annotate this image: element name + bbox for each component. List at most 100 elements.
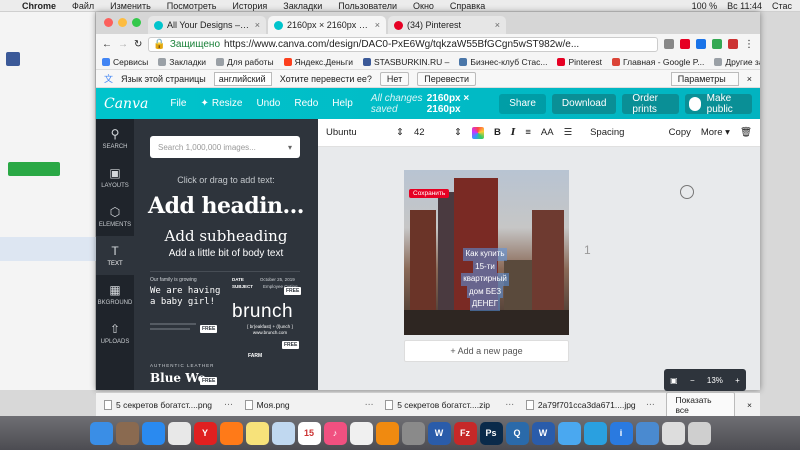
add-body-text-button[interactable]: Add a little bit of body text (134, 248, 318, 259)
close-tab-icon[interactable]: × (495, 20, 500, 30)
dock-info-icon[interactable]: i (609, 421, 633, 445)
tab-untitled-design[interactable]: 2160px × 2160px – Untitled D... × (268, 16, 386, 34)
rail-layouts[interactable]: ▣ LAYOUTS (96, 158, 134, 197)
dock-music-icon[interactable]: ♪ (323, 421, 347, 445)
dock-launchpad-icon[interactable] (115, 421, 139, 445)
template-leather[interactable]: AUTHENTIC LEATHER Blue Wo FREE (150, 363, 226, 390)
menu-history[interactable]: История (232, 1, 267, 11)
add-heading-button[interactable]: Add headin... (134, 193, 318, 219)
tab-pinterest[interactable]: (34) Pinterest × (388, 16, 506, 34)
green-button[interactable] (8, 162, 60, 176)
dock-telegram-icon[interactable] (583, 421, 607, 445)
zoom-in-button[interactable]: + (735, 376, 740, 385)
align-center-icon[interactable]: ≡ (525, 127, 531, 138)
bookmark-business-club[interactable]: Бизнес-клуб Стас... (459, 57, 547, 67)
menu-file[interactable]: Файл (72, 1, 94, 11)
close-window-icon[interactable] (104, 18, 113, 27)
dock-prefs-icon[interactable] (401, 421, 425, 445)
reload-icon[interactable]: ↻ (134, 39, 142, 50)
clock[interactable]: Вс 11:44 (727, 1, 762, 11)
close-tab-icon[interactable]: × (255, 20, 260, 30)
menu-help[interactable]: Справка (450, 1, 485, 11)
extension-icon[interactable] (712, 39, 722, 49)
help-menu[interactable]: Help (332, 98, 353, 109)
zoom-level[interactable]: 13% (707, 376, 723, 385)
pinterest-extension-icon[interactable] (680, 39, 690, 49)
extension-icon[interactable] (696, 39, 706, 49)
download-item[interactable]: 2a79f701cca3da671....jpg ⋯ (525, 399, 655, 410)
menu-view[interactable]: Посмотреть (167, 1, 217, 11)
close-tab-icon[interactable]: × (375, 20, 380, 30)
menu-edit[interactable]: Изменить (110, 1, 151, 11)
rail-elements[interactable]: ⬡ ELEMENTS (96, 197, 134, 236)
bookmark-stasburkin[interactable]: STASBURKIN.RU – (362, 57, 449, 67)
bookmark-other[interactable]: Другие закладки (714, 57, 760, 67)
dock-finder-icon[interactable] (89, 421, 113, 445)
dock-word2-icon[interactable]: W (531, 421, 555, 445)
spacing-button[interactable]: Spacing (590, 127, 624, 138)
trash-icon[interactable]: 🗑 (740, 127, 752, 138)
menu-dots-icon[interactable]: ⋮ (744, 39, 754, 50)
selected-row[interactable] (0, 237, 96, 261)
redo-button[interactable]: Redo (294, 98, 318, 109)
user-name[interactable]: Стас (772, 1, 792, 11)
dock-text-icon[interactable] (661, 421, 685, 445)
file-menu[interactable]: File (170, 98, 186, 109)
dock-mail-icon[interactable] (557, 421, 581, 445)
dock-preview-icon[interactable] (271, 421, 295, 445)
zoom-window-icon[interactable] (132, 18, 141, 27)
zoom-out-button[interactable]: − (690, 376, 695, 385)
menu-chrome[interactable]: Chrome (22, 1, 56, 11)
battery-status[interactable]: 100 % (692, 1, 718, 11)
image-search-input[interactable]: Search 1,000,000 images... ▾ (150, 136, 300, 158)
bookmark-yandex-money[interactable]: Яндекс.Деньги (283, 57, 353, 67)
download-item[interactable]: 5 секретов богатст....zip ⋯ (385, 399, 514, 410)
language-select[interactable]: английский (213, 71, 272, 86)
back-icon[interactable]: ← (102, 39, 112, 50)
template-brunch[interactable]: DATE October 25, 2019 SUBJECT Employee Out… (232, 277, 308, 369)
download-button[interactable]: Download (551, 93, 617, 114)
order-prints-button[interactable]: Order prints (622, 93, 679, 115)
close-translate-icon[interactable]: × (747, 74, 752, 84)
dock-files-icon[interactable] (635, 421, 659, 445)
undo-button[interactable]: Undo (256, 98, 280, 109)
more-icon[interactable]: ⋯ (505, 399, 514, 410)
rail-search[interactable]: ⚲ SEARCH (96, 119, 134, 158)
show-all-downloads-button[interactable]: Показать все (666, 391, 736, 418)
bold-button[interactable]: B (494, 127, 501, 138)
make-public-toggle[interactable]: Make public (684, 93, 752, 115)
selected-text-box[interactable]: Как купить 15-ти квартирный дом БЕЗ ДЕНЕ… (456, 248, 514, 316)
more-icon[interactable]: ⋯ (224, 399, 233, 410)
bookmark-pinterest[interactable]: Pinterest (557, 57, 602, 67)
share-button[interactable]: Share (499, 93, 546, 114)
more-icon[interactable]: ⋯ (365, 399, 374, 410)
dock-trash-icon[interactable] (687, 421, 711, 445)
text-case-button[interactable]: AA (541, 127, 554, 138)
bookmark-folder[interactable]: Закладки (158, 57, 206, 67)
add-page-button[interactable]: + Add a new page (404, 340, 569, 362)
close-downloads-icon[interactable]: × (747, 400, 752, 410)
italic-button[interactable]: I (511, 127, 515, 138)
rail-text[interactable]: T TEXT (96, 236, 134, 275)
copy-button[interactable]: Copy (669, 127, 691, 138)
pinterest-save-button[interactable]: Сохранить (409, 189, 450, 198)
dock-photoshop-icon[interactable]: Ps (479, 421, 503, 445)
dock-word-icon[interactable]: W (427, 421, 451, 445)
font-select[interactable]: Ubuntu ⇕ (326, 127, 404, 138)
bookmark-folder[interactable]: Для работы (216, 57, 274, 67)
translate-no-button[interactable]: Нет (379, 71, 410, 86)
more-icon[interactable]: ⋯ (646, 399, 655, 410)
extension-icon[interactable] (664, 39, 674, 49)
tab-all-designs[interactable]: All Your Designs – Canva × (148, 16, 266, 34)
template-baby-girl[interactable]: Our family is growing We are having a ba… (150, 277, 226, 335)
dock-vlc-icon[interactable] (375, 421, 399, 445)
download-item[interactable]: Моя.png ⋯ (244, 399, 374, 410)
dock-photos-icon[interactable] (349, 421, 373, 445)
minimize-window-icon[interactable] (118, 18, 127, 27)
forward-icon[interactable]: → (118, 39, 128, 50)
download-item[interactable]: 5 секретов богатст....png ⋯ (104, 399, 233, 410)
menu-bookmarks[interactable]: Закладки (283, 1, 322, 11)
color-picker-icon[interactable] (472, 126, 484, 139)
dock-chrome-icon[interactable] (167, 421, 191, 445)
dock-firefox-icon[interactable] (219, 421, 243, 445)
